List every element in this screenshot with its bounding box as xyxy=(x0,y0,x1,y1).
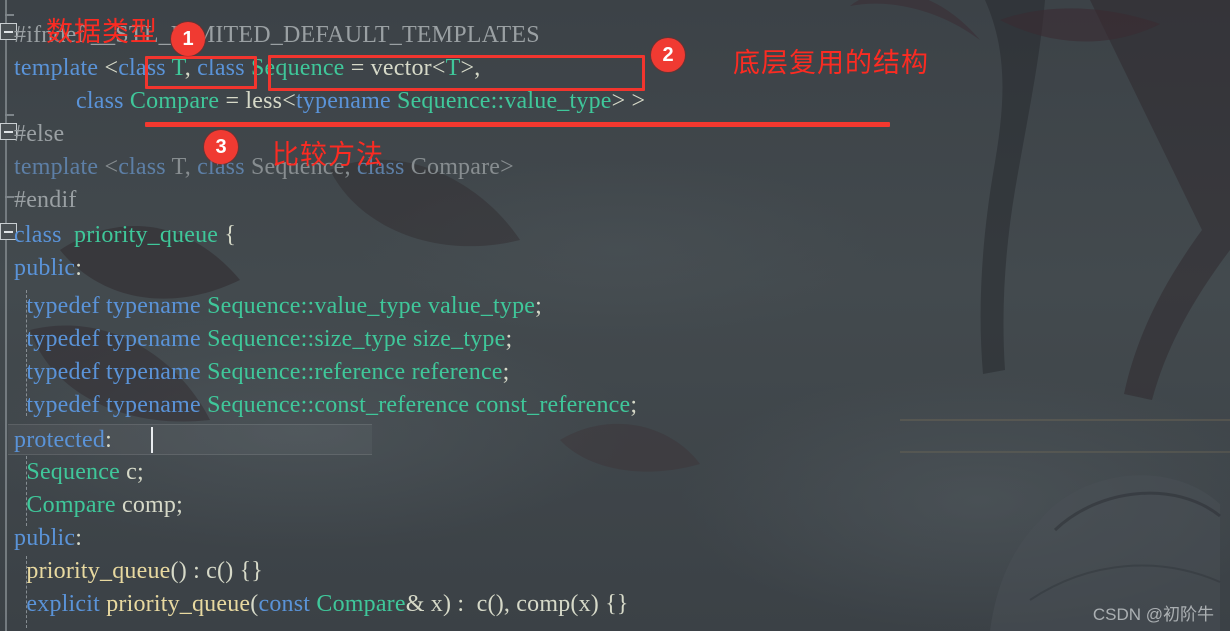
code-token: class xyxy=(356,154,411,180)
code-editor[interactable]: #ifndef __STL_LIMITED_DEFAULT_TEMPLATES … xyxy=(0,0,1230,631)
code-token: ; xyxy=(502,359,510,385)
code-line-5[interactable]: template <class T, class Sequence, class… xyxy=(0,151,514,184)
code-token: Sequence xyxy=(250,55,351,81)
code-token: #ifndef __STL_LIMITED_DEFAULT_TEMPLATES xyxy=(14,22,540,48)
code-line-2[interactable]: template <class T, class Sequence = vect… xyxy=(0,52,480,85)
code-token: template xyxy=(14,55,105,81)
code-token: typedef typename xyxy=(26,392,208,418)
csdn-watermark: CSDN @初阶牛 xyxy=(1092,605,1214,624)
code-token: : xyxy=(75,255,83,281)
code-token: { xyxy=(218,222,237,248)
code-token: class xyxy=(197,55,251,81)
code-token: #else xyxy=(14,121,65,147)
code-token: template xyxy=(14,154,105,180)
code-token: & x) : c(), comp(x) {} xyxy=(405,591,629,617)
code-token: = xyxy=(350,55,371,81)
code-token: vector xyxy=(370,55,432,81)
code-line-9[interactable]: typedef typename Sequence::value_type va… xyxy=(0,290,542,323)
code-token: #endif xyxy=(14,187,77,213)
code-token: protected xyxy=(14,427,106,453)
code-token: ; xyxy=(535,293,543,319)
code-line-10[interactable]: typedef typename Sequence::size_type siz… xyxy=(0,323,512,356)
code-line-4[interactable]: #else xyxy=(0,118,64,151)
code-token: () : c() {} xyxy=(170,558,264,584)
code-token: Compare> xyxy=(410,154,514,180)
code-line-18[interactable]: explicit priority_queue(const Compare& x… xyxy=(0,588,629,621)
code-line-6[interactable]: #endif xyxy=(0,184,77,217)
code-token: priority_queue xyxy=(106,591,251,617)
code-line-3[interactable]: class Compare = less<typename Sequence::… xyxy=(0,85,645,118)
code-token: Sequence::size_type size_type xyxy=(207,326,506,352)
code-token: : xyxy=(75,525,83,551)
code-content[interactable]: #ifndef __STL_LIMITED_DEFAULT_TEMPLATES … xyxy=(0,0,1230,631)
code-token: Compare xyxy=(26,492,116,518)
code-token: c; xyxy=(119,459,144,485)
code-token: > > xyxy=(611,88,646,114)
code-token: class xyxy=(118,154,172,180)
code-token: typedef typename xyxy=(26,359,208,385)
code-token: public xyxy=(14,255,76,281)
code-token: typename xyxy=(295,88,398,114)
code-line-7[interactable]: class priority_queue { xyxy=(0,219,236,252)
code-token: >, xyxy=(460,55,481,81)
code-token: : xyxy=(105,427,112,453)
code-token: T xyxy=(445,55,461,81)
code-token: Compare xyxy=(316,591,406,617)
code-token: < xyxy=(431,55,446,81)
code-line-1[interactable]: #ifndef __STL_LIMITED_DEFAULT_TEMPLATES xyxy=(0,19,540,52)
code-token: comp; xyxy=(115,492,183,518)
code-token: Sequence, xyxy=(250,154,357,180)
code-line-15[interactable]: Compare comp; xyxy=(0,489,183,522)
code-line-11[interactable]: typedef typename Sequence::reference ref… xyxy=(0,356,510,389)
code-line-16[interactable]: public: xyxy=(0,522,82,555)
code-token: Sequence::value_type xyxy=(397,88,612,114)
code-token: class xyxy=(118,55,172,81)
code-token: explicit xyxy=(26,591,107,617)
code-token: < xyxy=(104,154,119,180)
code-line-17[interactable]: priority_queue() : c() {} xyxy=(0,555,263,588)
code-token: Sequence::const_reference const_referenc… xyxy=(207,392,631,418)
code-token: class xyxy=(76,88,130,114)
code-token: Sequence xyxy=(26,459,120,485)
code-line-8[interactable]: public: xyxy=(0,252,82,285)
code-token: T, xyxy=(171,154,198,180)
code-token: priority_queue xyxy=(26,558,171,584)
code-token: class xyxy=(14,222,68,248)
code-token: < xyxy=(282,88,296,114)
code-line-12[interactable]: typedef typename Sequence::const_referen… xyxy=(0,389,637,422)
code-token: < xyxy=(104,55,119,81)
code-token: less xyxy=(245,88,283,114)
code-token: class xyxy=(197,154,251,180)
code-line-14[interactable]: Sequence c; xyxy=(0,456,144,489)
code-token: public xyxy=(14,525,76,551)
code-token: Sequence::value_type value_type xyxy=(207,293,536,319)
code-token: Sequence::reference reference xyxy=(207,359,503,385)
code-token: Compare xyxy=(129,88,226,114)
code-token: ; xyxy=(630,392,638,418)
code-token: const xyxy=(258,591,317,617)
text-caret xyxy=(151,427,153,453)
code-token: = xyxy=(225,88,246,114)
code-token: typedef typename xyxy=(26,326,208,352)
code-token: T xyxy=(171,55,185,81)
code-token: priority_queue xyxy=(67,222,219,248)
code-token: typedef typename xyxy=(26,293,208,319)
code-token: , xyxy=(184,55,198,81)
code-line-13[interactable]: protected: xyxy=(0,424,112,457)
code-token: ; xyxy=(505,326,513,352)
screenshot-root: #ifndef __STL_LIMITED_DEFAULT_TEMPLATES … xyxy=(0,0,1230,631)
